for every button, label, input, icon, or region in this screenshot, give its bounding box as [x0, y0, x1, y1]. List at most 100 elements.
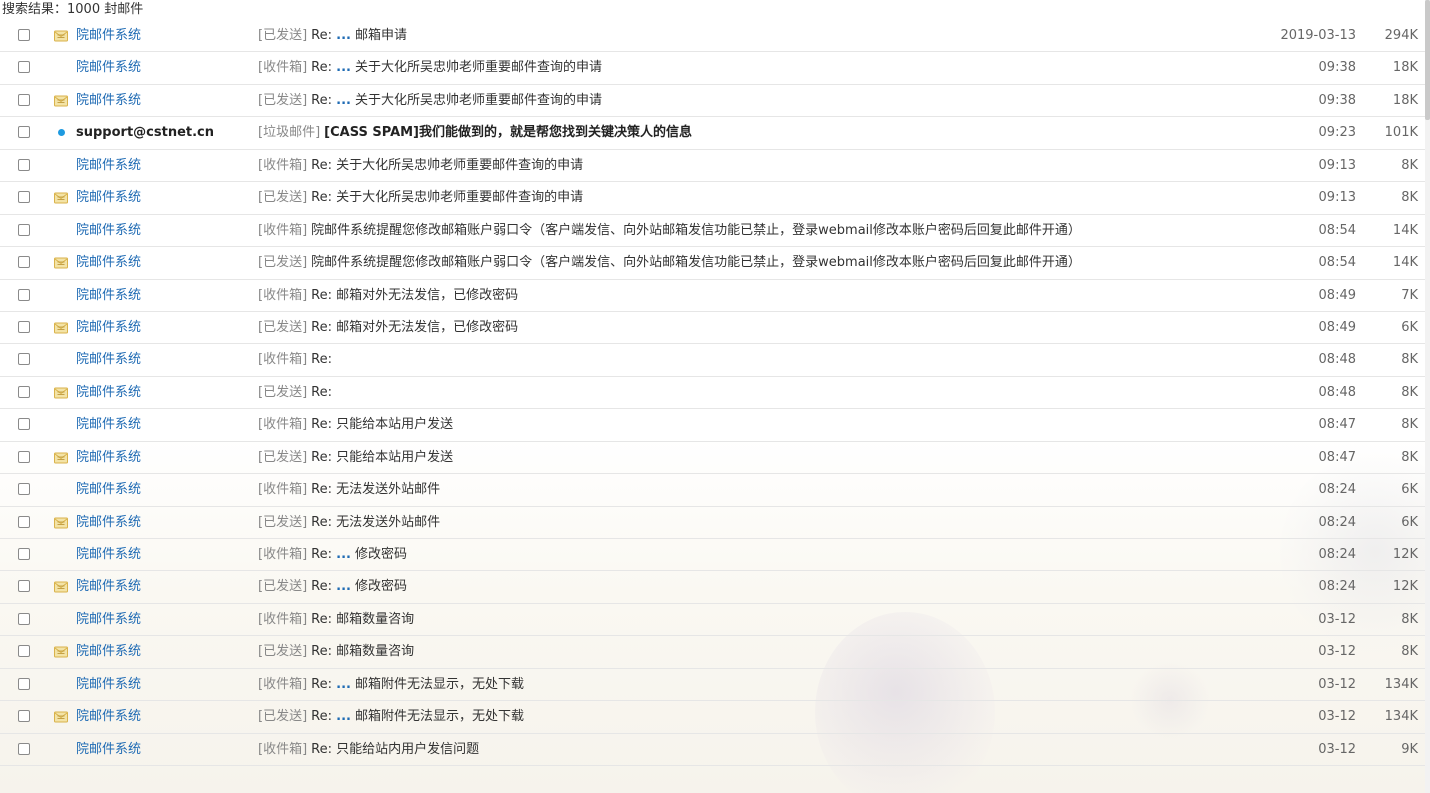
mail-sender[interactable]: 院邮件系统 — [76, 52, 141, 84]
mail-select-checkbox[interactable] — [18, 515, 30, 528]
mail-subject[interactable]: [垃圾邮件] [CASS SPAM]我们能做到的，就是帮您找到关键决策人的信息 — [258, 117, 692, 149]
mail-row[interactable]: 院邮件系统 [收件箱] Re: 邮箱数量咨询 03-12 8K — [0, 604, 1425, 637]
expand-thread-ellipsis[interactable]: ... — [336, 60, 351, 75]
mail-sender[interactable]: 院邮件系统 — [76, 280, 141, 312]
mail-subject[interactable]: [收件箱] Re: 只能给站内用户发信问题 — [258, 734, 479, 766]
mail-select-checkbox[interactable] — [18, 191, 30, 204]
mail-sender[interactable]: 院邮件系统 — [76, 409, 141, 441]
mail-subject[interactable]: [收件箱] Re: 邮箱数量咨询 — [258, 604, 414, 636]
mail-select-checkbox[interactable] — [18, 288, 30, 301]
mail-subject[interactable]: [收件箱] 院邮件系统提醒您修改邮箱账户弱口令（客户端发信、向外站邮箱发信功能已禁… — [258, 215, 1081, 247]
mail-row[interactable]: 院邮件系统 [已发送] Re: 邮箱数量咨询 03-12 8K — [0, 636, 1425, 669]
mail-row[interactable]: support@cstnet.cn [垃圾邮件] [CASS SPAM]我们能做到的… — [0, 117, 1425, 150]
mail-select-checkbox[interactable] — [18, 580, 30, 593]
mail-subject[interactable]: [已发送] Re: ... 修改密码 — [258, 571, 407, 603]
mail-sender[interactable]: 院邮件系统 — [76, 507, 141, 539]
mail-subject[interactable]: [已发送] Re: 只能给本站用户发送 — [258, 442, 453, 474]
expand-thread-ellipsis[interactable]: ... — [336, 93, 351, 108]
mail-select-checkbox[interactable] — [18, 450, 30, 463]
mail-row[interactable]: 院邮件系统 [收件箱] Re: ... 邮箱附件无法显示，无处下载 03-12 134K — [0, 669, 1425, 702]
mail-row[interactable]: 院邮件系统 [已发送] Re: ... 修改密码 08:24 12K — [0, 571, 1425, 604]
mail-subject[interactable]: [已发送] 院邮件系统提醒您修改邮箱账户弱口令（客户端发信、向外站邮箱发信功能已禁… — [258, 247, 1081, 279]
mail-select-checkbox[interactable] — [18, 158, 30, 171]
mail-subject[interactable]: [已发送] Re: 关于大化所吴忠帅老师重要邮件查询的申请 — [258, 182, 583, 214]
vertical-scrollbar[interactable] — [1425, 0, 1430, 793]
mail-row[interactable]: 院邮件系统 [已发送] Re: 邮箱对外无法发信，已修改密码 08:49 6K — [0, 312, 1425, 345]
mail-sender[interactable]: 院邮件系统 — [76, 150, 141, 182]
mail-select-checkbox[interactable] — [18, 645, 30, 658]
mail-sender[interactable]: 院邮件系统 — [76, 604, 141, 636]
mail-select-checkbox[interactable] — [18, 418, 30, 431]
mail-select-checkbox[interactable] — [18, 320, 30, 333]
mail-select-checkbox[interactable] — [18, 61, 30, 74]
mail-row[interactable]: 院邮件系统 [已发送] Re: 无法发送外站邮件 08:24 6K — [0, 507, 1425, 539]
mail-subject[interactable]: [收件箱] Re: 无法发送外站邮件 — [258, 474, 440, 506]
mail-select-checkbox[interactable] — [18, 677, 30, 690]
expand-thread-ellipsis[interactable]: ... — [336, 709, 351, 724]
mail-subject[interactable]: [收件箱] Re: ... 邮箱附件无法显示，无处下载 — [258, 669, 524, 701]
mail-select-checkbox[interactable] — [18, 483, 30, 496]
mail-subject[interactable]: [收件箱] Re: — [258, 344, 332, 376]
mail-row[interactable]: 院邮件系统 [已发送] Re: ... 关于大化所吴忠帅老师重要邮件查询的申请 09:3… — [0, 85, 1425, 118]
mail-select-checkbox[interactable] — [18, 385, 30, 398]
mail-subject[interactable]: [收件箱] Re: 关于大化所吴忠帅老师重要邮件查询的申请 — [258, 150, 583, 182]
mail-sender[interactable]: 院邮件系统 — [76, 344, 141, 376]
mail-row[interactable]: 院邮件系统 [收件箱] Re: ... 修改密码 08:24 12K — [0, 539, 1425, 572]
mail-row[interactable]: 院邮件系统 [收件箱] 院邮件系统提醒您修改邮箱账户弱口令（客户端发信、向外站邮箱发… — [0, 215, 1425, 248]
mail-row[interactable]: 院邮件系统 [已发送] Re: 关于大化所吴忠帅老师重要邮件查询的申请 09:13 8K — [0, 182, 1425, 215]
mail-select-checkbox[interactable] — [18, 93, 30, 106]
mail-select-checkbox[interactable] — [18, 612, 30, 625]
mail-row[interactable]: 院邮件系统 [收件箱] Re: 只能给站内用户发信问题 03-12 9K — [0, 734, 1425, 767]
mail-subject[interactable]: [已发送] Re: — [258, 377, 332, 409]
mail-sender[interactable]: 院邮件系统 — [76, 20, 141, 52]
mail-row[interactable]: 院邮件系统 [已发送] 院邮件系统提醒您修改邮箱账户弱口令（客户端发信、向外站邮箱发… — [0, 247, 1425, 280]
mail-sender[interactable]: 院邮件系统 — [76, 539, 141, 571]
mail-sender[interactable]: 院邮件系统 — [76, 571, 141, 603]
mail-row[interactable]: 院邮件系统 [收件箱] Re: ... 关于大化所吴忠帅老师重要邮件查询的申请 09:3… — [0, 52, 1425, 85]
mail-row[interactable]: 院邮件系统 [收件箱] Re: 邮箱对外无法发信，已修改密码 08:49 7K — [0, 280, 1425, 312]
expand-thread-ellipsis[interactable]: ... — [336, 547, 351, 562]
mail-sender[interactable]: 院邮件系统 — [76, 442, 141, 474]
mail-sender[interactable]: 院邮件系统 — [76, 734, 141, 766]
mail-sender[interactable]: 院邮件系统 — [76, 85, 141, 117]
mail-select-checkbox[interactable] — [18, 353, 30, 366]
mail-subject[interactable]: [已发送] Re: ... 关于大化所吴忠帅老师重要邮件查询的申请 — [258, 85, 602, 117]
mail-subject[interactable]: [已发送] Re: ... 邮箱申请 — [258, 20, 407, 52]
mail-sender[interactable]: 院邮件系统 — [76, 247, 141, 279]
mail-sender[interactable]: 院邮件系统 — [76, 377, 141, 409]
mail-sender[interactable]: support@cstnet.cn — [76, 117, 214, 149]
mail-subject[interactable]: [收件箱] Re: ... 修改密码 — [258, 539, 407, 571]
mail-row[interactable]: 院邮件系统 [已发送] Re: ... 邮箱申请 2019-03-13 294K — [0, 20, 1425, 53]
mail-select-checkbox[interactable] — [18, 126, 30, 139]
expand-thread-ellipsis[interactable]: ... — [336, 28, 351, 43]
mail-row[interactable]: 院邮件系统 [收件箱] Re: 无法发送外站邮件 08:24 6K — [0, 474, 1425, 507]
mail-sender[interactable]: 院邮件系统 — [76, 474, 141, 506]
mail-row[interactable]: 院邮件系统 [收件箱] Re: 关于大化所吴忠帅老师重要邮件查询的申请 09:13 8K — [0, 150, 1425, 183]
mail-sender[interactable]: 院邮件系统 — [76, 636, 141, 668]
scrollbar-thumb[interactable] — [1425, 0, 1430, 120]
mail-sender[interactable]: 院邮件系统 — [76, 701, 141, 733]
mail-subject[interactable]: [收件箱] Re: 只能给本站用户发送 — [258, 409, 453, 441]
mail-select-checkbox[interactable] — [18, 29, 30, 41]
mail-row[interactable]: 院邮件系统 [收件箱] Re: 08:48 8K — [0, 344, 1425, 377]
mail-subject[interactable]: [已发送] Re: ... 邮箱附件无法显示，无处下载 — [258, 701, 524, 733]
mail-subject[interactable]: [收件箱] Re: ... 关于大化所吴忠帅老师重要邮件查询的申请 — [258, 52, 602, 84]
mail-sender[interactable]: 院邮件系统 — [76, 215, 141, 247]
mail-select-checkbox[interactable] — [18, 548, 30, 560]
mail-row[interactable]: 院邮件系统 [已发送] Re: 08:48 8K — [0, 377, 1425, 410]
mail-subject[interactable]: [已发送] Re: 邮箱对外无法发信，已修改密码 — [258, 312, 518, 344]
mail-row[interactable]: 院邮件系统 [已发送] Re: ... 邮箱附件无法显示，无处下载 03-12 134K — [0, 701, 1425, 734]
mail-select-checkbox[interactable] — [18, 710, 30, 723]
mail-select-checkbox[interactable] — [18, 742, 30, 755]
mail-sender[interactable]: 院邮件系统 — [76, 669, 141, 701]
mail-row[interactable]: 院邮件系统 [收件箱] Re: 只能给本站用户发送 08:47 8K — [0, 409, 1425, 442]
expand-thread-ellipsis[interactable]: ... — [336, 579, 351, 594]
mail-sender[interactable]: 院邮件系统 — [76, 182, 141, 214]
mail-subject[interactable]: [已发送] Re: 邮箱数量咨询 — [258, 636, 414, 668]
mail-subject[interactable]: [已发送] Re: 无法发送外站邮件 — [258, 507, 440, 539]
expand-thread-ellipsis[interactable]: ... — [336, 677, 351, 692]
mail-row[interactable]: 院邮件系统 [已发送] Re: 只能给本站用户发送 08:47 8K — [0, 442, 1425, 475]
mail-subject[interactable]: [收件箱] Re: 邮箱对外无法发信，已修改密码 — [258, 280, 518, 312]
mail-select-checkbox[interactable] — [18, 223, 30, 236]
mail-sender[interactable]: 院邮件系统 — [76, 312, 141, 344]
